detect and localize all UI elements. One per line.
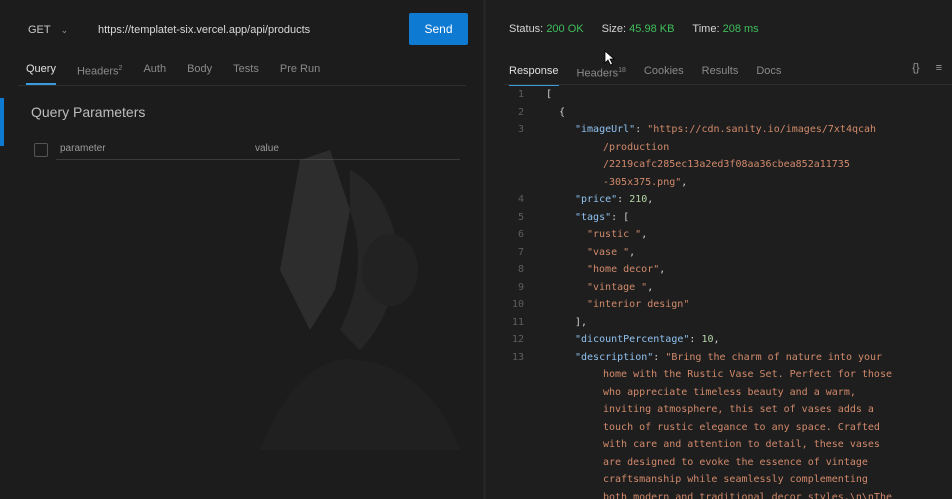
query-params-title: Query Parameters [31,104,146,120]
tab-response-headers[interactable]: Headers18 [577,62,626,83]
json-string: touch of rustic elegance to any space. C… [603,421,880,433]
response-status-bar: Status: 200 OK Size: 45.98 KB Time: 208 … [509,23,759,35]
line-number: 11 [511,316,524,328]
background-watermark-figure [260,150,460,450]
tab-cookies[interactable]: Cookies [644,62,684,83]
line-number: 6 [517,229,524,240]
line-number: 2 [517,106,524,118]
size-value: 45.98 KB [629,23,675,35]
status-info: Status: 200 OK [509,23,584,35]
json-string: /2219cafc285ec13a2ed3f08aa36cbea852a1173… [603,159,850,170]
line-number: 4 [517,194,524,205]
format-braces-icon[interactable]: {} [912,62,919,74]
json-string: "vase " [587,246,630,258]
json-string: "Bring the charm of nature into your [665,351,883,363]
tabs-divider [18,85,466,86]
tab-pre-run[interactable]: Pre Run [280,60,320,82]
tab-query[interactable]: Query [26,60,56,85]
size-info: Size: 45.98 KB [602,23,675,35]
code-open-bracket: [ [546,89,553,100]
code-line-description: "description": "Bring the charm of natur… [575,351,883,363]
request-pane: GET ⌄ Send Query Headers2 Auth Body Test… [0,0,483,499]
code-line-tag: "interior design" [587,296,689,314]
code-line-price: "price": 210, [575,194,654,205]
line-number: 13 [511,351,524,363]
json-string: who appreciate timeless beauty and a war… [603,386,856,398]
response-pane: Status: 200 OK Size: 45.98 KB Time: 208 … [486,0,952,499]
active-accent-bar [0,98,4,146]
headers-count-badge: 2 [118,65,123,72]
code-line-tag: "home decor", [587,264,666,275]
line-number: 7 [517,246,524,258]
tab-headers[interactable]: Headers2 [77,60,122,82]
url-bar: GET ⌄ Send [16,13,471,47]
request-tabs: Query Headers2 Auth Body Tests Pre Run [26,60,341,85]
json-string: inviting atmosphere, this set of vases a… [603,404,874,415]
json-string: "home decor" [587,264,660,275]
json-key: "description" [575,351,654,363]
menu-lines-icon[interactable]: ≡ [936,62,942,74]
line-number: 12 [511,334,524,345]
json-key: "price" [575,194,618,205]
code-line-tags: "tags": [ [575,211,630,223]
param-checkbox[interactable] [34,143,48,157]
code-line-imageurl: "imageUrl": "https://cdn.sanity.io/image… [575,124,877,135]
tab-tests[interactable]: Tests [233,60,259,82]
json-string: "rustic " [587,229,642,240]
json-string: "interior design" [587,299,690,310]
url-input[interactable] [96,16,400,44]
status-label: Status: [509,23,544,35]
code-open-brace: { [559,106,566,118]
code-line-tag: "vase ", [587,246,636,258]
json-string: home with the Rustic Vase Set. Perfect f… [603,369,892,380]
line-number: 5 [517,211,524,223]
json-string: with care and attention to detail, these… [603,439,880,450]
tab-auth[interactable]: Auth [143,60,166,82]
time-label: Time: [692,23,720,35]
param-name-field[interactable]: parameter [60,143,106,154]
code-line-imageurl-end: -305x375.png", [603,176,688,188]
code-close-array: ], [575,316,588,328]
code-line-tag: "vintage ", [587,281,654,293]
json-key: "tags" [575,211,612,223]
response-tabs-divider [504,84,952,85]
line-number: 9 [517,281,524,293]
json-key: "imageUrl" [575,124,636,135]
tab-body[interactable]: Body [187,60,212,82]
send-button[interactable]: Send [409,13,468,45]
tab-response[interactable]: Response [509,62,559,86]
method-label: GET [28,24,51,36]
json-string: are designed to evoke the essence of vin… [603,456,868,468]
time-info: Time: 208 ms [692,23,758,35]
line-number: 10 [511,299,524,310]
response-toolbar: {} ≡ [912,62,942,74]
json-string: craftsmanship while seamlessly complemen… [603,474,868,485]
line-number: 8 [517,264,524,275]
response-headers-count-badge: 18 [618,67,626,74]
time-value: 208 ms [722,23,759,35]
json-string: both modern and traditional decor styles… [603,491,892,499]
json-string: "https://cdn.sanity.io/images/7xt4qcah [647,124,877,135]
json-string: /production [603,141,670,153]
tab-results[interactable]: Results [702,62,739,83]
code-line-tag: "rustic ", [587,229,648,240]
code-line-discount: "dicountPercentage": 10, [575,334,720,345]
json-number: 10 [701,334,714,345]
json-number: 210 [629,194,648,205]
tab-docs[interactable]: Docs [756,62,781,83]
json-string: -305x375.png" [603,176,682,188]
chevron-down-icon: ⌄ [60,24,69,35]
size-label: Size: [601,23,627,35]
json-string: "vintage " [587,281,648,293]
method-select[interactable]: GET ⌄ [28,13,90,47]
response-tabs: Response Headers18 Cookies Results Docs [509,62,799,86]
line-number: 3 [517,124,524,135]
line-number: 1 [517,89,524,100]
json-key: "dicountPercentage" [575,334,690,345]
tab-response-headers-label: Headers [576,67,619,80]
status-value: 200 OK [546,23,584,35]
tab-headers-label: Headers [76,65,119,78]
